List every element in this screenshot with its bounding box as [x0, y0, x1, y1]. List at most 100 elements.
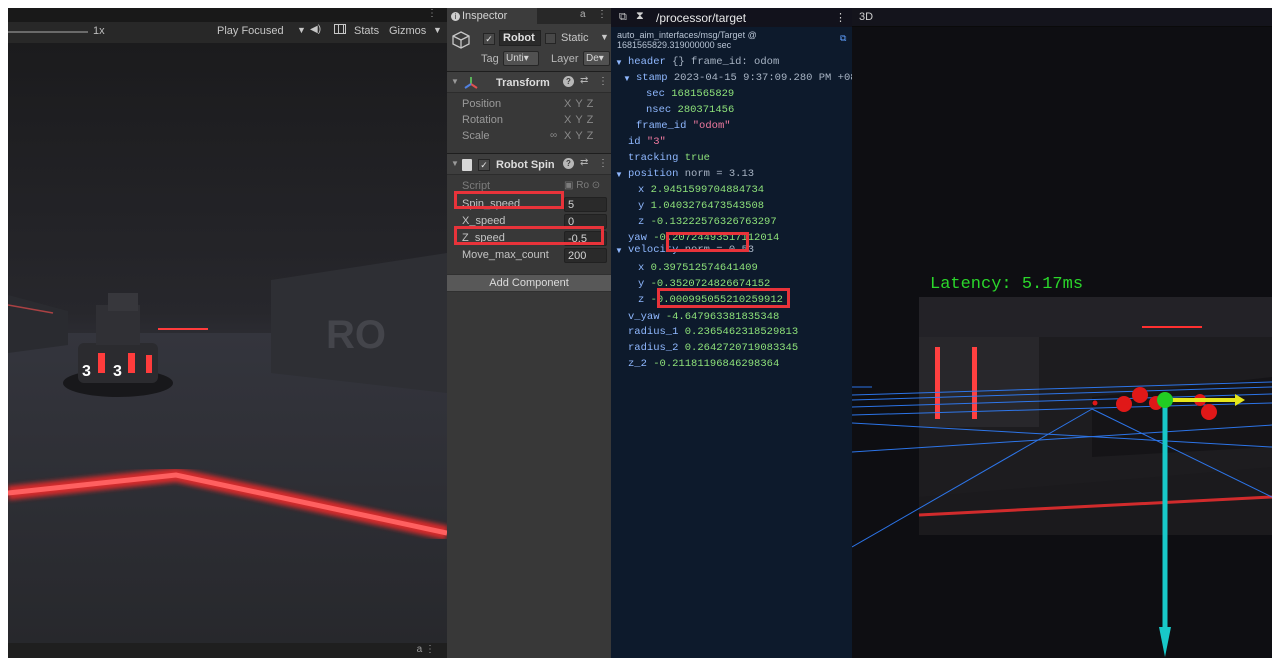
- help-icon[interactable]: ?: [563, 76, 574, 87]
- prop-label: Rotation: [462, 114, 503, 126]
- collapse-arrow-icon[interactable]: ▼: [615, 170, 623, 179]
- xyz-fields[interactable]: XYZ: [564, 114, 597, 126]
- info-icon: i: [451, 12, 460, 21]
- highlight-box: [454, 226, 604, 245]
- menu-icon[interactable]: ⋮: [598, 76, 608, 87]
- transform-axes-icon: [464, 77, 478, 89]
- collapse-arrow-icon[interactable]: ▼: [615, 58, 623, 67]
- active-checkbox[interactable]: ✓: [483, 33, 495, 45]
- latency-readout: Latency: 5.17ms: [930, 275, 1084, 294]
- spin-speed-input[interactable]: 5: [564, 197, 607, 212]
- help-icon[interactable]: ?: [563, 158, 574, 169]
- three-d-panel: 3D Latency: 5.17ms: [852, 8, 1272, 658]
- tag-dropdown[interactable]: Unti▾: [503, 51, 539, 66]
- tag-label: Tag: [481, 53, 499, 65]
- chevron-down-icon[interactable]: ▼: [433, 25, 442, 35]
- tree-row-pos-y: y 1.0403276473543508: [638, 200, 765, 212]
- audio-mute-icon[interactable]: ◀): [310, 24, 321, 35]
- chevron-down-icon[interactable]: ▼: [297, 25, 306, 35]
- tree-row-header: header {} frame_id: odom: [628, 56, 780, 68]
- tree-row-v-yaw: v_yaw -4.647963381835348: [628, 311, 780, 323]
- tree-row-pos-z: z -0.13222576326763297: [638, 216, 777, 228]
- tree-row-radius-2: radius_2 0.2642720719083345: [628, 342, 799, 354]
- armor-number: 3: [113, 363, 122, 380]
- stats-button[interactable]: Stats: [354, 25, 379, 37]
- menu-icon[interactable]: ⋮: [597, 9, 607, 20]
- preset-icon[interactable]: ⇄: [580, 157, 588, 168]
- xyz-fields[interactable]: XYZ: [564, 98, 597, 110]
- inspector-panel: i Inspector a ⋮ ✓ Robot Static ▼ Tag Unti…: [447, 8, 611, 658]
- grid-icon[interactable]: [334, 24, 346, 34]
- move-max-count-input[interactable]: 200: [564, 248, 607, 263]
- transform-row-rotation: Rotation XYZ: [447, 112, 611, 128]
- tree-row-frame-id: frame_id "odom": [636, 120, 731, 132]
- topic-message-panel: ⧉ ⧗ /processor/target ⋮ auto_aim_interfa…: [611, 8, 852, 658]
- hourglass-icon[interactable]: ⧗: [636, 10, 644, 23]
- xyz-fields[interactable]: XYZ: [564, 130, 597, 142]
- static-checkbox[interactable]: [545, 33, 556, 44]
- tree-row-id: id "3": [628, 136, 666, 148]
- scale-slider[interactable]: [8, 31, 88, 33]
- tree-row-position: position norm = 3.13: [628, 168, 755, 180]
- three-d-title: 3D: [859, 11, 874, 23]
- message-type: auto_aim_interfaces/msg/Target @: [617, 30, 757, 40]
- game-tab-strip: ⋮: [8, 8, 447, 22]
- tab-inspector[interactable]: i Inspector: [447, 8, 537, 24]
- lock-icon[interactable]: a: [580, 9, 586, 20]
- menu-icon[interactable]: ⋮: [835, 11, 846, 24]
- script-value: Ro: [576, 180, 590, 191]
- transform-body: Position XYZ Rotation XYZ Scale ∞ XYZ: [447, 93, 611, 154]
- three-d-viewport[interactable]: [852, 27, 1272, 658]
- cube-icon: [452, 31, 470, 49]
- camera-image-overlay: [918, 297, 1272, 535]
- layer-dropdown[interactable]: De▾: [583, 51, 610, 66]
- transform-row-scale: Scale ∞ XYZ: [447, 128, 611, 144]
- collapse-arrow-icon[interactable]: ▼: [623, 74, 631, 83]
- static-label: Static: [561, 32, 589, 44]
- highlight-box: [454, 191, 564, 209]
- prop-label: Position: [462, 98, 502, 110]
- topic-path[interactable]: /processor/target: [656, 11, 746, 25]
- game-scene-render[interactable]: RO 3 3: [8, 43, 447, 643]
- wall-sign-text: RO: [326, 313, 386, 357]
- script-field: ▣ Ro ⊙: [564, 180, 601, 191]
- gizmos-button[interactable]: Gizmos: [389, 25, 426, 37]
- object-name-field[interactable]: Robot: [499, 30, 541, 46]
- game-footer: a ⋮: [8, 643, 447, 658]
- lock-icon[interactable]: a ⋮: [417, 644, 435, 655]
- preset-icon[interactable]: ⇄: [580, 75, 588, 86]
- highlight-box: [657, 288, 790, 308]
- foldout-arrow-icon[interactable]: ▼: [451, 159, 459, 168]
- link-icon[interactable]: ∞: [550, 130, 557, 141]
- robot-spin-component-header[interactable]: ▼ ✓ Robot Spin ? ⇄ ⋮: [447, 153, 611, 175]
- game-toolbar: ⋮ 1x Play Focused ▼ ◀) Stats Gizmos ▼: [8, 8, 447, 43]
- three-d-header: 3D: [852, 8, 1272, 27]
- play-focused-dropdown[interactable]: Play Focused: [217, 25, 284, 37]
- component-enabled-checkbox[interactable]: ✓: [478, 159, 490, 171]
- chevron-down-icon[interactable]: ▼: [600, 32, 609, 42]
- collapse-arrow-icon[interactable]: ▼: [615, 246, 623, 255]
- field-row-move-max-count: Move_max_count 200: [447, 247, 611, 264]
- armor-number: 3: [82, 363, 91, 380]
- foldout-arrow-icon[interactable]: ▼: [451, 77, 459, 86]
- transform-row-position: Position XYZ: [447, 96, 611, 112]
- panel-settings-icon[interactable]: ⧉: [619, 11, 627, 24]
- transform-component-header[interactable]: ▼ Transform ? ⇄ ⋮: [447, 71, 611, 93]
- tree-row-radius-1: radius_1 0.2365462318529813: [628, 326, 799, 338]
- scale-label: 1x: [93, 25, 105, 37]
- add-component-button[interactable]: Add Component: [447, 274, 611, 292]
- robot-spin-body: Script ▣ Ro ⊙ Spin_speed 5 X_speed 0 Z_s…: [447, 175, 611, 271]
- tree-row-vel-x: x 0.397512574641409: [638, 262, 758, 274]
- game-menu-icon[interactable]: ⋮: [427, 8, 437, 19]
- robot-spin-title: Robot Spin: [496, 159, 555, 171]
- script-icon: [462, 159, 472, 171]
- tree-row-stamp: stamp 2023-04-15 9:37:09.280 PM +08: [636, 72, 852, 84]
- inspector-tab-bar: i Inspector a ⋮: [447, 8, 611, 24]
- highlight-box: [666, 232, 749, 252]
- menu-icon[interactable]: ⋮: [598, 158, 608, 169]
- copy-icon[interactable]: ⧉: [840, 33, 846, 44]
- inspector-tab-label: Inspector: [462, 10, 508, 22]
- tree-row-tracking: tracking true: [628, 152, 710, 164]
- tree-row-z-2: z_2 -0.21181196846298364: [628, 358, 780, 370]
- prop-label: Scale: [462, 130, 490, 142]
